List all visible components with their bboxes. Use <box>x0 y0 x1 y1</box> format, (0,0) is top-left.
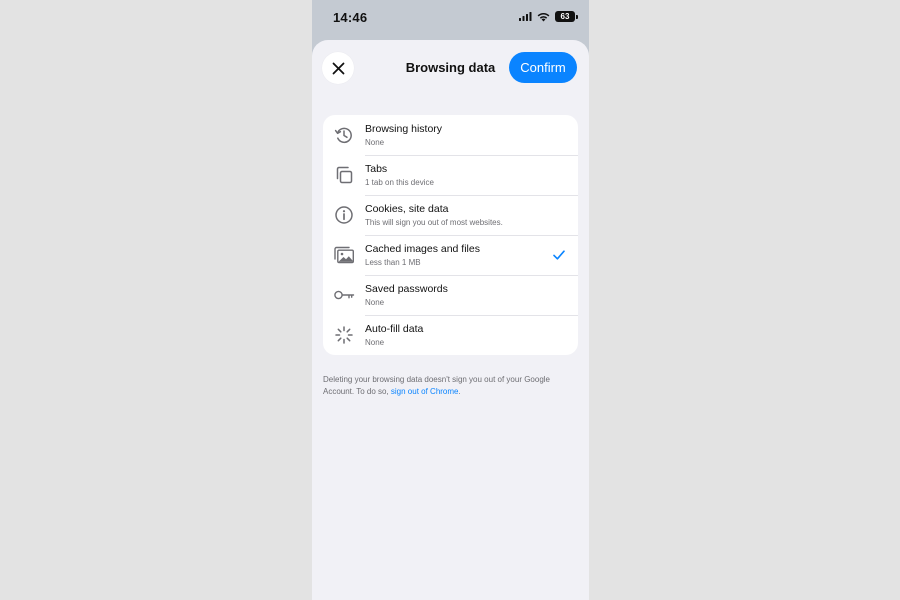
row-saved-passwords[interactable]: Saved passwords None <box>323 275 578 315</box>
sign-out-link[interactable]: sign out of Chrome <box>391 387 459 396</box>
row-title: Cached images and files <box>365 243 480 255</box>
row-browsing-history[interactable]: Browsing history None <box>323 115 578 155</box>
browsing-data-list: Browsing history None Tabs 1 tab on this… <box>323 115 578 355</box>
row-title: Browsing history <box>365 123 443 135</box>
image-icon <box>333 244 355 266</box>
checkmark-icon <box>553 250 565 260</box>
phone-screen: 14:46 63 Browsing data Confirm Browsing … <box>312 0 589 600</box>
status-time: 14:46 <box>333 10 368 25</box>
row-subtitle: Less than 1 MB <box>365 258 421 267</box>
battery-icon: 63 <box>555 11 578 22</box>
row-subtitle: None <box>365 298 385 307</box>
row-cached-images-files[interactable]: Cached images and files Less than 1 MB <box>323 235 578 275</box>
browsing-data-sheet: Browsing data Confirm Browsing history N… <box>312 40 589 600</box>
tabs-icon <box>333 164 355 186</box>
row-subtitle: 1 tab on this device <box>365 178 434 187</box>
row-title: Auto-fill data <box>365 323 424 335</box>
row-subtitle: This will sign you out of most websites. <box>365 218 503 227</box>
autofill-icon <box>333 324 355 346</box>
footnote-end: . <box>458 387 461 396</box>
history-icon <box>333 124 355 146</box>
confirm-button[interactable]: Confirm <box>509 52 577 83</box>
row-autofill-data[interactable]: Auto-fill data None <box>323 315 578 355</box>
row-tabs[interactable]: Tabs 1 tab on this device <box>323 155 578 195</box>
cellular-signal-icon <box>519 12 532 21</box>
row-title: Cookies, site data <box>365 203 449 215</box>
info-icon <box>333 204 355 226</box>
row-title: Tabs <box>365 163 388 175</box>
row-cookies-site-data[interactable]: Cookies, site data This will sign you ou… <box>323 195 578 235</box>
key-icon <box>333 284 355 306</box>
footnote: Deleting your browsing data doesn't sign… <box>323 374 578 398</box>
battery-level: 63 <box>560 12 570 21</box>
row-subtitle: None <box>365 338 385 347</box>
wifi-icon <box>537 12 550 21</box>
row-subtitle: None <box>365 138 385 147</box>
row-title: Saved passwords <box>365 283 448 295</box>
status-icons: 63 <box>519 11 578 22</box>
status-bar: 14:46 63 <box>312 0 589 36</box>
